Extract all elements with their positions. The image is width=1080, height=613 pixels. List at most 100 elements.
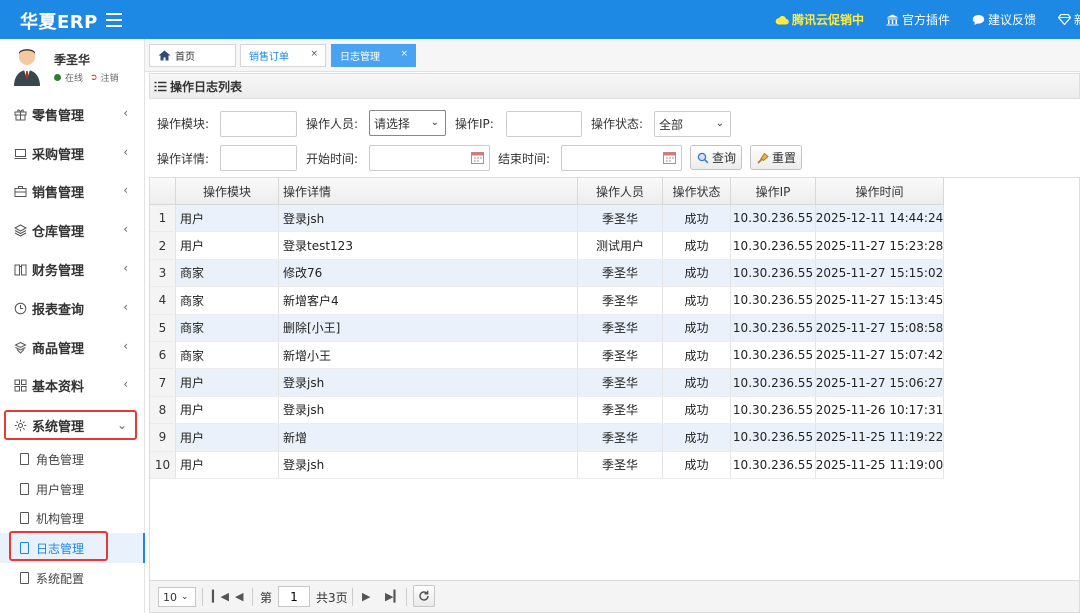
sidebar-item-sales[interactable]: 销售管理 ‹ (0, 173, 145, 209)
sidebar-subitem-roles[interactable]: 角色管理 (0, 444, 145, 474)
start-time-input[interactable] (369, 145, 490, 171)
module-input[interactable] (220, 111, 297, 137)
status-select[interactable]: 全部 ⌄ (654, 111, 731, 137)
page-size-select[interactable]: 10 ⌄ (158, 587, 196, 607)
truncated-label: 新 (1073, 13, 1080, 27)
status-select-value: 全部 (659, 117, 684, 132)
query-button-label: 查询 (712, 151, 737, 165)
tab-home[interactable]: 首页 (149, 44, 236, 67)
official-plugins-link[interactable]: 官方插件 (886, 11, 950, 28)
table-row[interactable]: 1 用户 登录jsh 季圣华 成功 10.30.236.55 2025-12-11 14:4… (150, 205, 944, 233)
cloud-promo-label: 腾讯云促销中 (791, 13, 864, 27)
ip-cell: 10.30.236.55 (731, 424, 816, 451)
module-cell: 用户 (176, 369, 279, 396)
sidebar-item-system[interactable]: 系统管理 ⌄ (4, 410, 137, 440)
table-row[interactable]: 2 用户 登录test123 测试用户 成功 10.30.236.55 2025-11-27… (150, 232, 944, 260)
cloud-promo-link[interactable]: 腾讯云促销中 (775, 11, 864, 28)
sidebar-item-retail[interactable]: 零售管理 ‹ (0, 96, 145, 132)
sidebar-subitem-config[interactable]: 系统配置 (0, 563, 145, 593)
sidebar-item-warehouse[interactable]: 仓库管理 ‹ (0, 212, 145, 248)
column-header[interactable]: 操作人员 (578, 178, 663, 205)
operator-cell: 季圣华 (578, 259, 663, 287)
operator-label: 操作人员: (306, 117, 359, 131)
last-page-icon[interactable]: ▶▎ (385, 590, 402, 603)
end-time-input[interactable] (561, 145, 682, 171)
module-cell: 商家 (176, 314, 279, 341)
feedback-link[interactable]: 建议反馈 (972, 11, 1036, 28)
menu-toggle-icon[interactable] (106, 9, 122, 29)
status-label: 操作状态: (591, 117, 644, 131)
sidebar-subitem-label: 机构管理 (36, 511, 85, 526)
column-header[interactable]: 操作状态 (663, 178, 731, 205)
row-number-cell: 6 (150, 342, 176, 369)
time-cell: 2025-11-27 15:13:45 (816, 287, 944, 314)
cloud-icon (775, 15, 789, 24)
panel-header: 操作日志列表 (149, 73, 1080, 99)
sidebar-subitem-label: 用户管理 (36, 482, 85, 497)
sidebar-subitem-organizations[interactable]: 机构管理 (0, 503, 145, 533)
operator-cell: 季圣华 (578, 287, 663, 314)
bank-icon (886, 14, 899, 25)
row-number-header (150, 178, 176, 205)
header-links: 腾讯云促销中 官方插件 建议反馈 新 (753, 0, 1080, 39)
sidebar-subitem-users[interactable]: 用户管理 (0, 474, 145, 504)
table-row[interactable]: 8 用户 登录jsh 季圣华 成功 10.30.236.55 2025-11-26 10:1… (150, 396, 944, 425)
table-row[interactable]: 3 商家 修改76 季圣华 成功 10.30.236.55 2025-11-27 15:15… (150, 259, 944, 288)
table-row[interactable]: 4 商家 新增客户4 季圣华 成功 10.30.236.55 2025-11-27 15:1… (150, 287, 944, 315)
reset-button-label: 重置 (772, 151, 797, 165)
ip-label: 操作IP: (455, 117, 494, 131)
operator-cell: 季圣华 (578, 205, 663, 232)
time-cell: 2025-11-26 10:17:31 (816, 396, 944, 424)
module-cell: 用户 (176, 451, 279, 478)
sidebar-item-products[interactable]: 商品管理 ‹ (0, 329, 145, 365)
sidebar-item-finance[interactable]: 财务管理 ‹ (0, 251, 145, 287)
laptop-icon (13, 146, 27, 160)
close-icon[interactable]: × (400, 49, 408, 59)
ip-cell: 10.30.236.55 (731, 232, 816, 259)
sidebar-item-reports[interactable]: 报表查询 ‹ (0, 290, 145, 326)
table-row[interactable]: 5 商家 删除[小王] 季圣华 成功 10.30.236.55 2025-11-27 15:… (150, 314, 944, 342)
next-page-icon[interactable]: ▶ (362, 590, 370, 603)
sidebar-item-label: 商品管理 (32, 341, 85, 357)
refresh-button[interactable] (413, 585, 435, 607)
calendar-icon (471, 152, 484, 164)
detail-label: 操作详情: (157, 152, 210, 166)
table-row[interactable]: 7 用户 登录jsh 季圣华 成功 10.30.236.55 2025-11-27 15:0… (150, 369, 944, 397)
column-header[interactable]: 操作模块 (176, 178, 279, 205)
module-cell: 商家 (176, 259, 279, 287)
query-button[interactable]: 查询 (690, 145, 742, 170)
ip-input[interactable] (506, 111, 582, 137)
table-row[interactable]: 10 用户 登录jsh 季圣华 成功 10.30.236.55 2025-11-25 11:… (150, 451, 944, 479)
list-icon (154, 81, 167, 91)
sidebar-item-purchase[interactable]: 采购管理 ‹ (0, 135, 145, 171)
table-row[interactable]: 9 用户 新增 季圣华 成功 10.30.236.55 2025-11-25 11:19:2… (150, 424, 944, 452)
online-dot-icon (54, 74, 61, 81)
current-page-input[interactable] (278, 586, 310, 607)
close-icon[interactable]: × (310, 49, 318, 59)
row-number-cell: 3 (150, 259, 176, 287)
table-row[interactable]: 6 商家 新增小王 季圣华 成功 10.30.236.55 2025-11-27 15:07… (150, 342, 944, 370)
time-cell: 2025-11-25 11:19:22 (816, 424, 944, 451)
app-logo[interactable]: 华夏ERP (20, 8, 98, 34)
first-page-icon[interactable]: ▎◀ (212, 590, 229, 603)
tab-log-management[interactable]: 日志管理 × (331, 44, 416, 67)
logout-icon[interactable]: ➲ (90, 73, 98, 83)
logout-link[interactable]: 注销 (101, 71, 119, 84)
status-cell: 成功 (663, 205, 731, 232)
column-header[interactable]: 操作时间 (816, 178, 944, 205)
sidebar-subitem-logs[interactable]: 日志管理 (0, 533, 145, 563)
operator-select[interactable]: 请选择 ⌄ (369, 110, 446, 136)
column-header[interactable]: 操作IP (731, 178, 816, 205)
truncated-link[interactable]: 新 (1057, 11, 1080, 28)
tab-sales-order[interactable]: 销售订单 × (240, 44, 326, 67)
prev-page-icon[interactable]: ◀ (235, 590, 243, 603)
reset-button[interactable]: 重置 (750, 145, 802, 170)
user-name: 季圣华 (54, 53, 91, 67)
chevron-left-icon: ‹ (123, 261, 128, 275)
sidebar-item-basic-data[interactable]: 基本资料 ‹ (0, 367, 145, 403)
detail-input[interactable] (220, 145, 297, 171)
column-header[interactable]: 操作详情 (279, 178, 578, 205)
grid-icon (13, 378, 27, 392)
chevron-down-icon: ⌄ (116, 418, 127, 432)
chevron-down-icon: ⌄ (715, 118, 724, 129)
